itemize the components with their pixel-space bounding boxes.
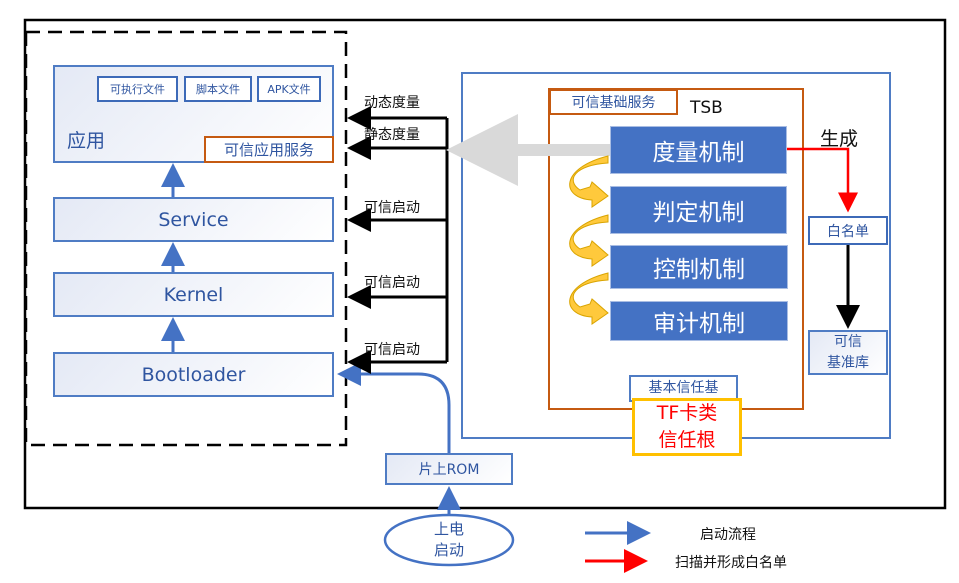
on-chip-rom: 片上ROM	[385, 453, 513, 485]
tf-card-trust-root: TF卡类信任根	[632, 398, 742, 456]
power-on-label: 上电 启动	[400, 518, 498, 562]
whitelist-box: 白名单	[808, 216, 888, 245]
trusted-base-service: 可信基础服务	[549, 89, 678, 115]
app-title: 应用	[67, 130, 106, 152]
static-measure-label: 静态度量	[364, 127, 420, 143]
legend-scan: 扫描并形成白名单	[675, 555, 787, 571]
generate-label: 生成	[820, 128, 859, 150]
judge-mechanism: 判定机制	[610, 186, 787, 234]
trusted-baseline-db: 可信 基准库	[808, 330, 888, 375]
service-layer: Service	[53, 197, 334, 242]
measure-mechanism: 度量机制	[610, 126, 787, 174]
dynamic-measure-label: 动态度量	[364, 95, 420, 111]
trusted-app-service: 可信应用服务	[204, 136, 334, 163]
db-line2: 基准库	[827, 354, 869, 371]
tsb-label: TSB	[690, 98, 723, 118]
control-mechanism: 控制机制	[610, 245, 788, 289]
legend-boot-flow: 启动流程	[700, 527, 756, 543]
power-line2: 启动	[433, 541, 464, 559]
audit-mechanism: 审计机制	[610, 301, 788, 341]
diagram: 应用 可执行文件 脚本文件 APK文件 可信应用服务 Service Kerne…	[0, 0, 959, 583]
bootloader-layer: Bootloader	[53, 352, 334, 397]
kernel-layer: Kernel	[53, 272, 334, 317]
script-file-box: 脚本文件	[184, 76, 252, 102]
flow-curl-icons	[569, 155, 609, 325]
db-line1: 可信	[834, 333, 862, 350]
trusted-boot-label: 可信启动	[364, 275, 420, 291]
trusted-boot-label: 可信启动	[364, 342, 420, 358]
trusted-boot-label: 可信启动	[364, 200, 420, 216]
apk-file-box: APK文件	[257, 76, 321, 102]
executable-file-box: 可执行文件	[97, 76, 178, 102]
power-line1: 上电	[433, 520, 464, 538]
